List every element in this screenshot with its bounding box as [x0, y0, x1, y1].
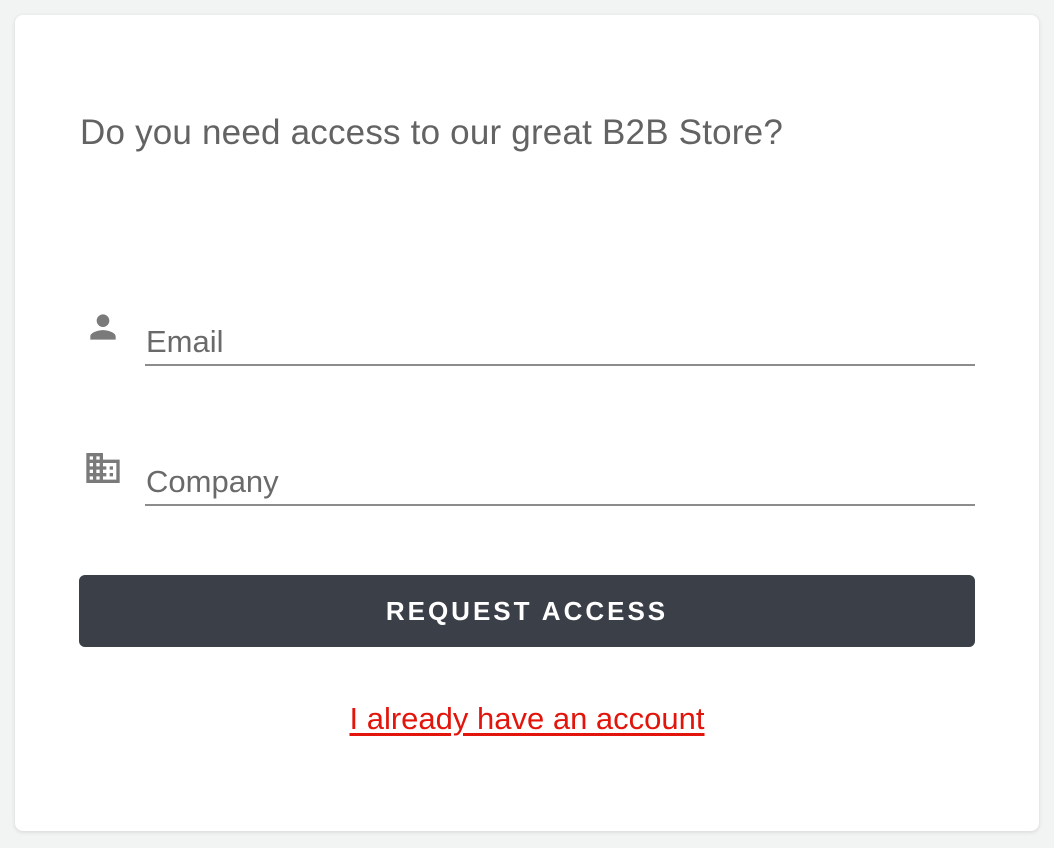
company-field[interactable]	[145, 447, 975, 506]
page-title: Do you need access to our great B2B Stor…	[80, 113, 783, 152]
email-field[interactable]	[145, 307, 975, 366]
already-have-account-link[interactable]: I already have an account	[15, 701, 1039, 737]
request-access-card: Do you need access to our great B2B Stor…	[15, 15, 1039, 831]
company-field-container	[145, 447, 975, 507]
business-icon	[83, 448, 123, 488]
person-icon	[83, 307, 123, 347]
email-field-container	[145, 307, 975, 367]
request-access-button[interactable]: REQUEST ACCESS	[79, 575, 975, 647]
